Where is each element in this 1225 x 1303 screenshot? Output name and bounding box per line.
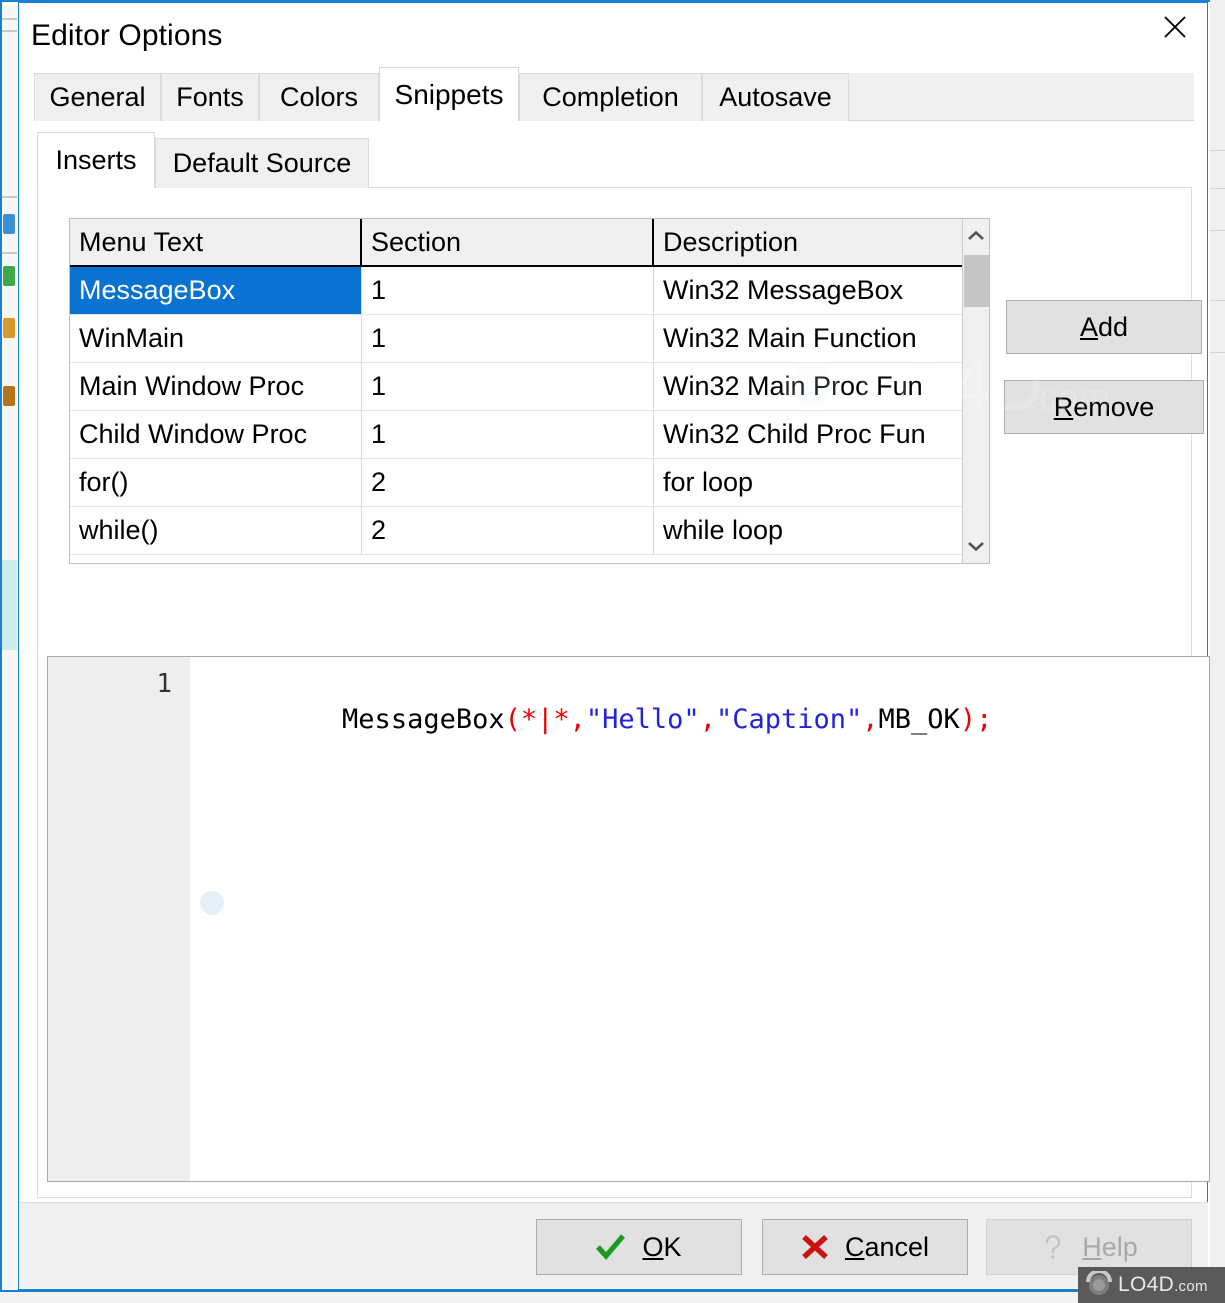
table-header-row: Menu Text Section Description [70, 219, 962, 267]
snippet-list[interactable]: Menu Text Section Description MessageBox… [69, 218, 990, 564]
cell-description: while loop [654, 507, 960, 554]
help-button: Help [986, 1219, 1192, 1275]
cell-menu-text: while() [70, 507, 362, 554]
line-number: 1 [156, 669, 172, 699]
background-tick [2, 196, 17, 198]
secondary-tab-bar: Inserts Default Source [37, 132, 1192, 188]
title-bar: Editor Options [19, 3, 1207, 69]
check-icon [596, 1234, 626, 1260]
editor-gutter: 1 [48, 657, 190, 1181]
cell-menu-text: MessageBox [70, 267, 362, 314]
chevron-up-icon[interactable] [963, 219, 989, 253]
tab-snippets[interactable]: Snippets [379, 67, 519, 121]
cell-description: Win32 MessageBox [654, 267, 960, 314]
background-highlight-strip [2, 560, 17, 650]
ok-button-accel: O [642, 1231, 664, 1262]
cell-description: Win32 Main Proc Fun [654, 363, 960, 410]
cell-menu-text: Main Window Proc [70, 363, 362, 410]
ok-button-label: K [663, 1231, 682, 1262]
cell-description: Win32 Child Proc Fun [654, 411, 960, 458]
list-scrollbar[interactable] [962, 219, 989, 563]
cell-section: 1 [362, 267, 654, 314]
cell-section: 1 [362, 315, 654, 362]
tab-colors[interactable]: Colors [259, 73, 379, 121]
table-row[interactable]: MessageBox 1 Win32 MessageBox [70, 267, 962, 315]
editor-options-dialog: Editor Options General Fonts Colors Snip… [18, 2, 1210, 1290]
tab-general[interactable]: General [34, 73, 161, 121]
background-icon-chip [3, 386, 15, 406]
tab-completion[interactable]: Completion [519, 73, 702, 121]
primary-tab-bar: General Fonts Colors Snippets Completion… [34, 67, 1194, 121]
code-token: MB_OK [878, 704, 960, 735]
table-row[interactable]: WinMain 1 Win32 Main Function [70, 315, 962, 363]
add-button[interactable]: Add [1006, 300, 1202, 354]
dialog-footer: OK Cancel Help [20, 1202, 1208, 1288]
cancel-button[interactable]: Cancel [762, 1219, 968, 1275]
cell-description: for loop [654, 459, 960, 506]
remove-button-accel: R [1053, 391, 1074, 422]
cell-description: Win32 Main Function [654, 315, 960, 362]
remove-button[interactable]: Remove [1004, 380, 1204, 434]
tab-fonts[interactable]: Fonts [161, 73, 259, 121]
background-scroll-column [1210, 0, 1225, 1303]
background-tick [2, 252, 17, 254]
cell-menu-text: Child Window Proc [70, 411, 362, 458]
code-token: "Hello" [585, 704, 700, 735]
background-scroll-line [1210, 188, 1225, 189]
question-icon [1040, 1233, 1066, 1261]
close-icon[interactable] [1143, 3, 1207, 51]
chevron-down-icon[interactable] [963, 529, 989, 563]
tab-inserts[interactable]: Inserts [37, 132, 155, 188]
table-row[interactable]: for() 2 for loop [70, 459, 962, 507]
cancel-button-accel: C [844, 1231, 865, 1262]
add-button-label: dd [1097, 311, 1129, 342]
cross-icon [801, 1234, 829, 1260]
snippet-code-editor[interactable]: 1 MessageBox(*|*,"Hello","Caption",MB_OK… [47, 656, 1210, 1182]
background-tick [2, 30, 17, 32]
code-token: (*|*, [504, 704, 586, 735]
background-icon-chip [3, 266, 15, 286]
background-scroll-line [1210, 300, 1225, 301]
cancel-button-label: ancel [864, 1231, 930, 1262]
background-tick [2, 18, 17, 20]
ok-button[interactable]: OK [536, 1219, 742, 1275]
tab-autosave[interactable]: Autosave [702, 73, 849, 121]
cell-section: 2 [362, 459, 654, 506]
background-scroll-line [1210, 230, 1225, 231]
add-button-accel: A [1079, 311, 1098, 342]
cell-section: 1 [362, 411, 654, 458]
background-icon-chip [3, 214, 15, 234]
cell-menu-text: WinMain [70, 315, 362, 362]
cell-menu-text: for() [70, 459, 362, 506]
code-token: MessageBox [342, 704, 505, 735]
background-scroll-line [1210, 150, 1225, 151]
scrollbar-thumb[interactable] [964, 255, 989, 307]
code-token: , [862, 704, 879, 735]
code-token: "Caption" [715, 704, 863, 735]
cell-section: 1 [362, 363, 654, 410]
page-title: Editor Options [31, 19, 223, 52]
column-header-section[interactable]: Section [362, 219, 654, 265]
table-row[interactable]: while() 2 while loop [70, 507, 962, 555]
remove-button-label: emove [1073, 391, 1155, 422]
snippet-table: Menu Text Section Description MessageBox… [70, 219, 962, 563]
column-header-description[interactable]: Description [654, 219, 960, 265]
column-header-menu-text[interactable]: Menu Text [70, 219, 362, 265]
snippets-panel: Menu Text Section Description MessageBox… [37, 188, 1210, 1198]
background-icon-chip [3, 318, 15, 338]
code-token: ); [959, 704, 993, 735]
cell-section: 2 [362, 507, 654, 554]
code-token: , [699, 704, 716, 735]
table-row[interactable]: Main Window Proc 1 Win32 Main Proc Fun [70, 363, 962, 411]
help-button-accel: H [1082, 1231, 1102, 1262]
tab-default-source[interactable]: Default Source [155, 138, 369, 188]
help-button-label: elp [1101, 1231, 1138, 1262]
editor-code-area[interactable]: MessageBox(*|*,"Hello","Caption",MB_OK); [190, 657, 1209, 1181]
table-row[interactable]: Child Window Proc 1 Win32 Child Proc Fun [70, 411, 962, 459]
background-scroll-line [1210, 352, 1225, 353]
